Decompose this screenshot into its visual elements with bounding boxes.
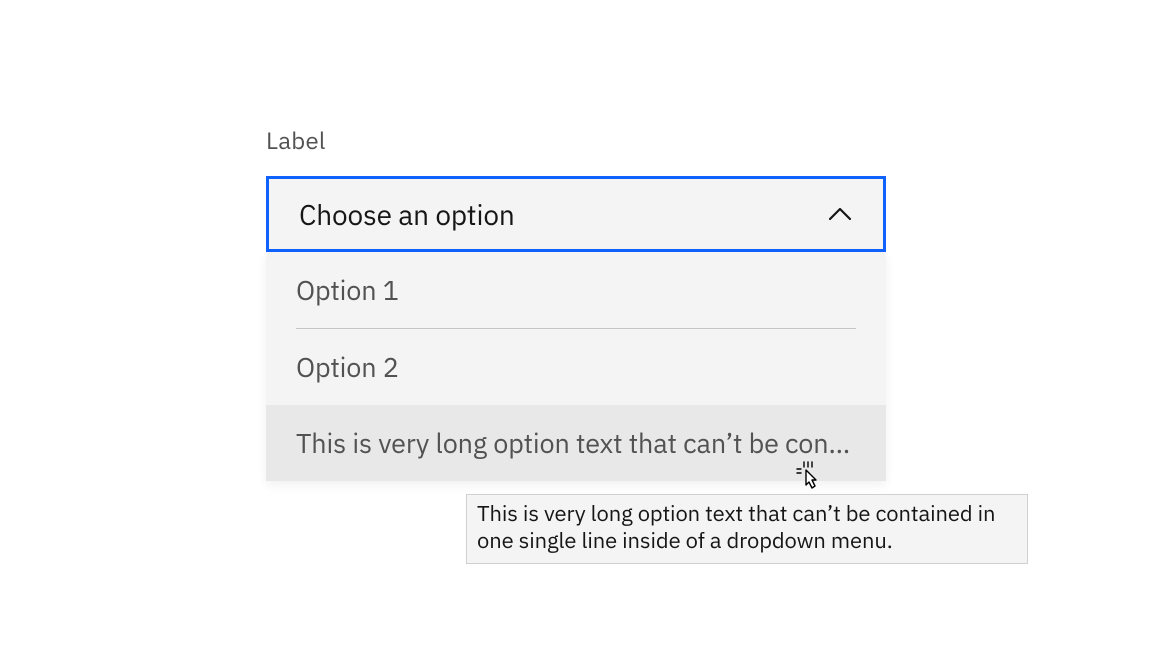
dropdown-option-label: This is very long option text that can’t… (296, 426, 856, 461)
dropdown-menu: Option 1 Option 2 This is very long opti… (266, 252, 886, 481)
tooltip: This is very long option text that can’t… (466, 494, 1028, 564)
dropdown-option[interactable]: This is very long option text that can’t… (266, 405, 886, 481)
dropdown-option-label: Option 1 (296, 273, 856, 308)
dropdown-label: Label (266, 124, 886, 156)
dropdown-option-label: Option 2 (296, 350, 856, 385)
tooltip-text: This is very long option text that can’t… (477, 499, 995, 555)
dropdown-option[interactable]: Option 1 (266, 252, 886, 328)
dropdown-placeholder: Choose an option (299, 196, 515, 233)
dropdown-option[interactable]: Option 2 (266, 329, 886, 405)
dropdown-container: Label Choose an option Option 1 Option 2… (266, 124, 886, 481)
dropdown-trigger[interactable]: Choose an option (266, 176, 886, 252)
chevron-up-icon (825, 199, 855, 229)
